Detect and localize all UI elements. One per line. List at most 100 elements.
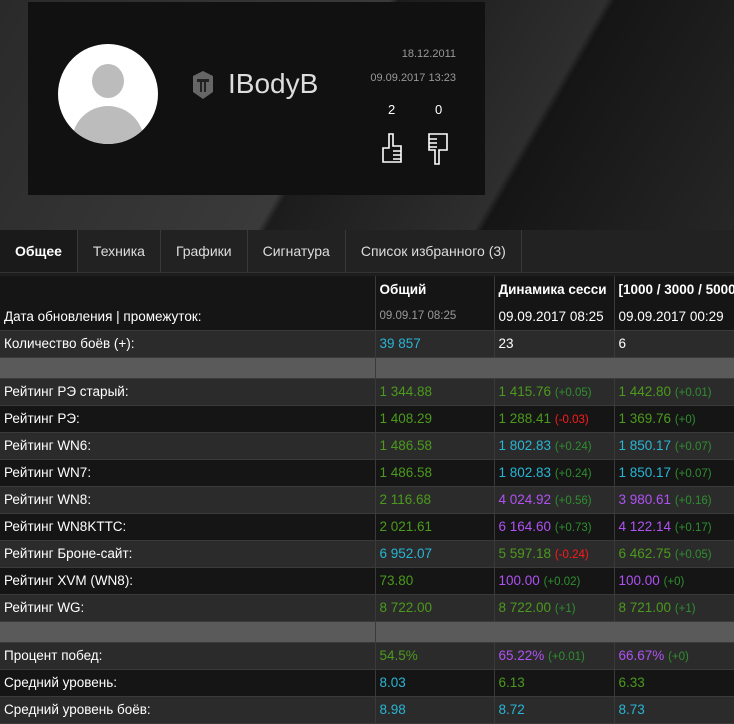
- table-row-battles: Количество боёв (+): 39 857 23 6: [0, 330, 734, 358]
- value: 1 486.58: [379, 465, 433, 480]
- delta: (+0.05): [554, 387, 592, 399]
- value: 1 344.88: [379, 384, 433, 399]
- cell: 8.98: [375, 696, 495, 724]
- col-header-session[interactable]: Динамика сесси: [494, 276, 615, 303]
- value: 2 116.68: [379, 492, 432, 507]
- row-label: Рейтинг WG:: [0, 594, 376, 622]
- delta: (+0.02): [543, 576, 581, 588]
- cell: 6: [614, 330, 734, 358]
- delta: (+0): [674, 414, 696, 426]
- separator-row: [0, 621, 734, 643]
- delta: (+0.07): [674, 468, 712, 480]
- value: 1 369.76: [618, 411, 672, 426]
- row-label: Рейтинг РЭ старый:: [0, 378, 376, 406]
- cell: 1 802.83 (+0.24): [494, 459, 615, 487]
- tab-general[interactable]: Общее: [0, 230, 78, 272]
- tab-signature[interactable]: Сигнатура: [248, 230, 346, 272]
- value: 1 415.76: [498, 384, 552, 399]
- cell: 2 116.68: [375, 486, 495, 514]
- cell: 3 980.61 (+0.16): [614, 486, 734, 514]
- value: 66.67%: [618, 648, 665, 663]
- cell: 54.5%: [375, 642, 495, 670]
- cell: 1 408.29: [375, 405, 495, 433]
- value: 1 850.17: [618, 438, 672, 453]
- cell: 1 442.80 (+0.01): [614, 378, 734, 406]
- value: 8 721.00: [618, 600, 672, 615]
- value: 100.00: [498, 573, 540, 588]
- cell: 09.09.2017 08:25: [494, 303, 615, 331]
- cell: 66.67% (+0): [614, 642, 734, 670]
- cell: 1 802.83 (+0.24): [494, 432, 615, 460]
- likes-count: 2: [388, 102, 396, 117]
- tab-vehicles[interactable]: Техника: [78, 230, 161, 272]
- value: 8.73: [618, 702, 645, 717]
- delta: (+0.24): [554, 468, 592, 480]
- col-header-total: Общий: [375, 276, 495, 303]
- tab-bar: Общее Техника Графики Сигнатура Список и…: [0, 230, 734, 273]
- value: 8 722.00: [498, 600, 552, 615]
- cell: 1 415.76 (+0.05): [494, 378, 615, 406]
- row-label: Количество боёв (+):: [0, 330, 376, 358]
- value: 6 952.07: [379, 546, 433, 561]
- delta: (+0.05): [674, 549, 712, 561]
- table-row-date: Дата обновления | промежуток: 09.09.17 0…: [0, 303, 734, 331]
- cell: 1 486.58: [375, 432, 495, 460]
- cell: 1 369.76 (+0): [614, 405, 734, 433]
- cell: 8.03: [375, 669, 495, 697]
- separator-row: [0, 357, 734, 379]
- table-header-row: Общий Динамика сесси [1000 / 3000 / 5000…: [0, 276, 734, 303]
- cell: 1 288.41 (-0.03): [494, 405, 615, 433]
- cell: 09.09.2017 00:29: [614, 303, 734, 331]
- row-label: Рейтинг WN8KTTC:: [0, 513, 376, 541]
- cell: 09.09.17 08:25: [375, 303, 495, 331]
- row-label: Дата обновления | промежуток:: [0, 303, 376, 331]
- delta: (+1): [674, 603, 696, 615]
- delta: (+0.01): [674, 387, 712, 399]
- value: 6.13: [498, 675, 525, 690]
- value: 73.80: [379, 573, 414, 588]
- delta: (+0.01): [548, 651, 585, 663]
- value: 65.22%: [498, 648, 545, 663]
- table-row: Средний уровень: 8.03 6.13 6.33: [0, 669, 734, 697]
- cell: 8 722.00 (+1): [494, 594, 615, 622]
- delta: (+0.24): [554, 441, 592, 453]
- table-row: Рейтинг Броне-сайт: 6 952.07 5 597.18 (-0.…: [0, 540, 734, 568]
- value: 1 486.58: [379, 438, 433, 453]
- value: 6 462.75: [618, 546, 672, 561]
- table-row: Рейтинг XVM (WN8): 73.80 100.00 (+0.02) 100…: [0, 567, 734, 595]
- cell: 73.80: [375, 567, 495, 595]
- cell: 6.33: [614, 669, 734, 697]
- cell: 1 850.17 (+0.07): [614, 432, 734, 460]
- tab-charts[interactable]: Графики: [161, 230, 248, 272]
- cell: 100.00 (+0.02): [494, 567, 615, 595]
- table-row: Рейтинг WG: 8 722.00 8 722.00 (+1) 8 721.00…: [0, 594, 734, 622]
- value: 6 164.60: [498, 519, 552, 534]
- table-row: Рейтинг WN8KTTC: 2 021.61 6 164.60 (+0.73)…: [0, 513, 734, 541]
- value: 8.72: [498, 702, 525, 717]
- delta: (+0.56): [554, 495, 592, 507]
- value: 1 408.29: [379, 411, 433, 426]
- col-header-range[interactable]: [1000 / 3000 / 5000]: [614, 276, 734, 303]
- delta: (+0): [668, 651, 689, 663]
- value: 1 288.41: [498, 411, 552, 426]
- table-row: Рейтинг РЭ старый: 1 344.88 1 415.76 (+0.0…: [0, 378, 734, 406]
- row-label: Рейтинг WN6:: [0, 432, 376, 460]
- cell: 8.73: [614, 696, 734, 724]
- row-label: Рейтинг РЭ:: [0, 405, 376, 433]
- value: 3 980.61: [618, 492, 672, 507]
- cell: 4 024.92 (+0.56): [494, 486, 615, 514]
- cell: 39 857: [375, 330, 495, 358]
- tab-favorites[interactable]: Список избранного (3): [346, 230, 522, 272]
- thumbs-up-icon[interactable]: [380, 132, 404, 166]
- table-row: Средний уровень боёв: 8.98 8.72 8.73: [0, 696, 734, 724]
- cell: 65.22% (+0.01): [494, 642, 615, 670]
- last-battle-date: 09.09.2017 13:23: [370, 72, 456, 84]
- thumbs-down-icon[interactable]: [426, 132, 450, 166]
- row-label: Процент побед:: [0, 642, 376, 670]
- row-label: Рейтинг WN7:: [0, 459, 376, 487]
- delta: (-0.24): [554, 549, 589, 561]
- cell: 8 721.00 (+1): [614, 594, 734, 622]
- cell: 6 462.75 (+0.05): [614, 540, 734, 568]
- value: 1 442.80: [618, 384, 672, 399]
- cell: 2 021.61: [375, 513, 495, 541]
